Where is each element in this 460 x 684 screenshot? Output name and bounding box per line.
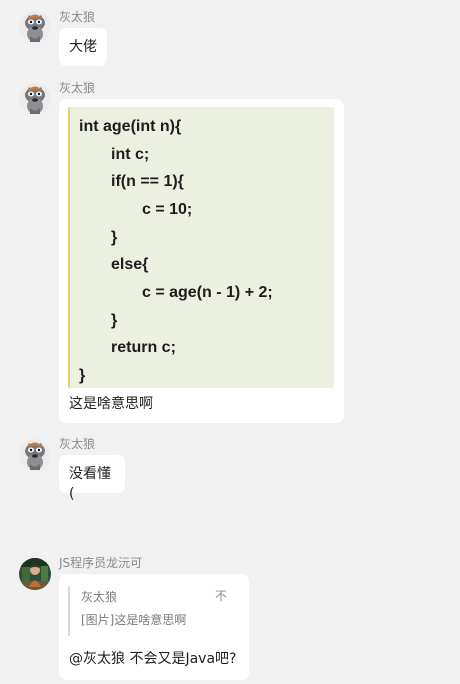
message-text: 这是啥意思啊 [69, 396, 153, 412]
code-line: } [79, 367, 86, 384]
message-sender[interactable]: 灰太狼 [59, 10, 95, 24]
grey-wolf-avatar-icon[interactable] [19, 11, 51, 43]
code-line: return c; [111, 339, 176, 356]
quote-text: [图片]这是啥意思啊 [81, 613, 187, 627]
message-text: @灰太狼 不会又是Java吧? [69, 651, 237, 667]
message-sender[interactable]: 灰太狼 [59, 81, 95, 95]
message-sender[interactable]: 灰太狼 [59, 437, 95, 451]
message-text: 没看懂( [69, 466, 111, 502]
message-sender[interactable]: JS程序员龙沅可 [59, 556, 142, 570]
code-line: int age(int n){ [79, 118, 182, 135]
message-bubble[interactable]: 大佬 [59, 28, 107, 66]
code-line: } [111, 229, 118, 246]
code-line: else{ [111, 256, 149, 273]
code-line: if(n == 1){ [111, 173, 184, 190]
code-line: c = age(n - 1) + 2; [142, 284, 273, 301]
quote-close-label[interactable]: 不 [215, 586, 227, 606]
grey-wolf-avatar-icon[interactable] [19, 439, 51, 471]
reply-quote[interactable]: 灰太狼 [图片]这是啥意思啊 [68, 586, 236, 636]
code-line: int c; [111, 146, 150, 163]
code-line: c = 10; [142, 201, 193, 218]
message-bubble[interactable]: 没看懂( [59, 455, 125, 502]
quote-sender: 灰太狼 [81, 590, 118, 604]
message-text: 大佬 [69, 39, 97, 55]
message-bubble[interactable]: 灰太狼 [图片]这是啥意思啊 不 @灰太狼 不会又是Java吧? [59, 574, 249, 680]
code-line: } [111, 312, 118, 329]
grey-wolf-avatar-icon[interactable] [19, 83, 51, 115]
message-bubble[interactable]: int age(int n){ int c; if(n == 1){ c = 1… [59, 99, 344, 423]
js-programmer-avatar-icon[interactable] [19, 558, 51, 590]
code-image[interactable]: int age(int n){ int c; if(n == 1){ c = 1… [68, 107, 334, 388]
